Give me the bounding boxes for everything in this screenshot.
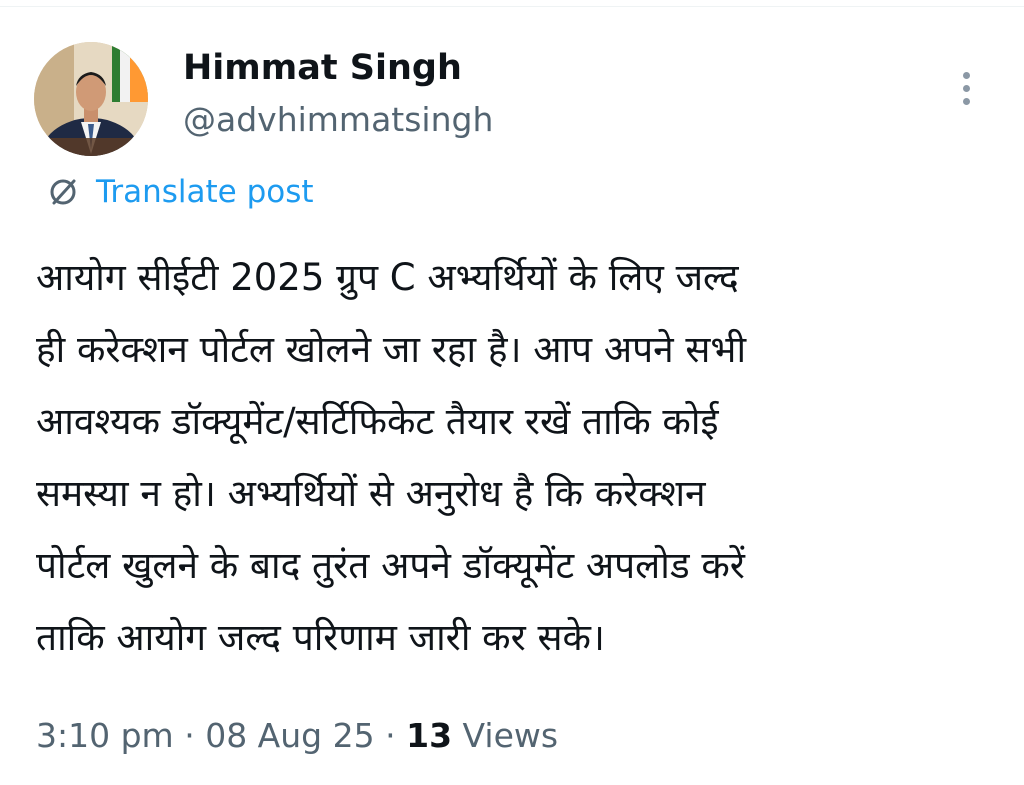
more-vertical-icon xyxy=(962,71,970,79)
top-divider xyxy=(0,0,1024,7)
more-options-button[interactable] xyxy=(948,66,984,110)
translate-label: Translate post xyxy=(96,174,314,210)
views-count[interactable]: 13 xyxy=(406,716,452,755)
post-text: आयोग सीईटी 2025 ग्रुप C अभ्यर्थियों के ल… xyxy=(36,242,996,674)
post-text-line: ही करेक्शन पोर्टल खोलने जा रहा है। आप अप… xyxy=(36,328,747,371)
post-text-line: पोर्टल खुलने के बाद तुरंत अपने डॉक्यूमें… xyxy=(36,544,745,587)
post-text-line: आवश्यक डॉक्यूमेंट/सर्टिफिकेट तैयार रखें … xyxy=(36,400,719,443)
avatar[interactable] xyxy=(34,42,148,156)
avatar-photo xyxy=(34,42,148,156)
translate-post-button[interactable]: Translate post xyxy=(44,172,314,212)
more-vertical-icon xyxy=(962,84,970,92)
author-block[interactable]: Himmat Singh @advhimmatsingh xyxy=(183,46,493,142)
meta-separator: · xyxy=(385,716,396,755)
post-text-line: ताकि आयोग जल्द परिणाम जारी कर सके। xyxy=(36,616,605,659)
post-meta: 3:10 pm · 08 Aug 25 · 13 Views xyxy=(36,712,558,760)
post-date[interactable]: 08 Aug 25 xyxy=(205,716,374,755)
post-time[interactable]: 3:10 pm xyxy=(36,716,174,755)
translate-globe-icon xyxy=(50,179,76,205)
post-text-line: आयोग सीईटी 2025 ग्रुप C अभ्यर्थियों के ल… xyxy=(36,256,739,299)
meta-separator: · xyxy=(184,716,195,755)
views-label: Views xyxy=(462,716,559,755)
display-name[interactable]: Himmat Singh xyxy=(183,46,493,90)
user-handle[interactable]: @advhimmatsingh xyxy=(183,98,493,142)
post-text-line: समस्या न हो। अभ्यर्थियों से अनुरोध है कि… xyxy=(36,472,706,515)
more-vertical-icon xyxy=(962,97,970,105)
